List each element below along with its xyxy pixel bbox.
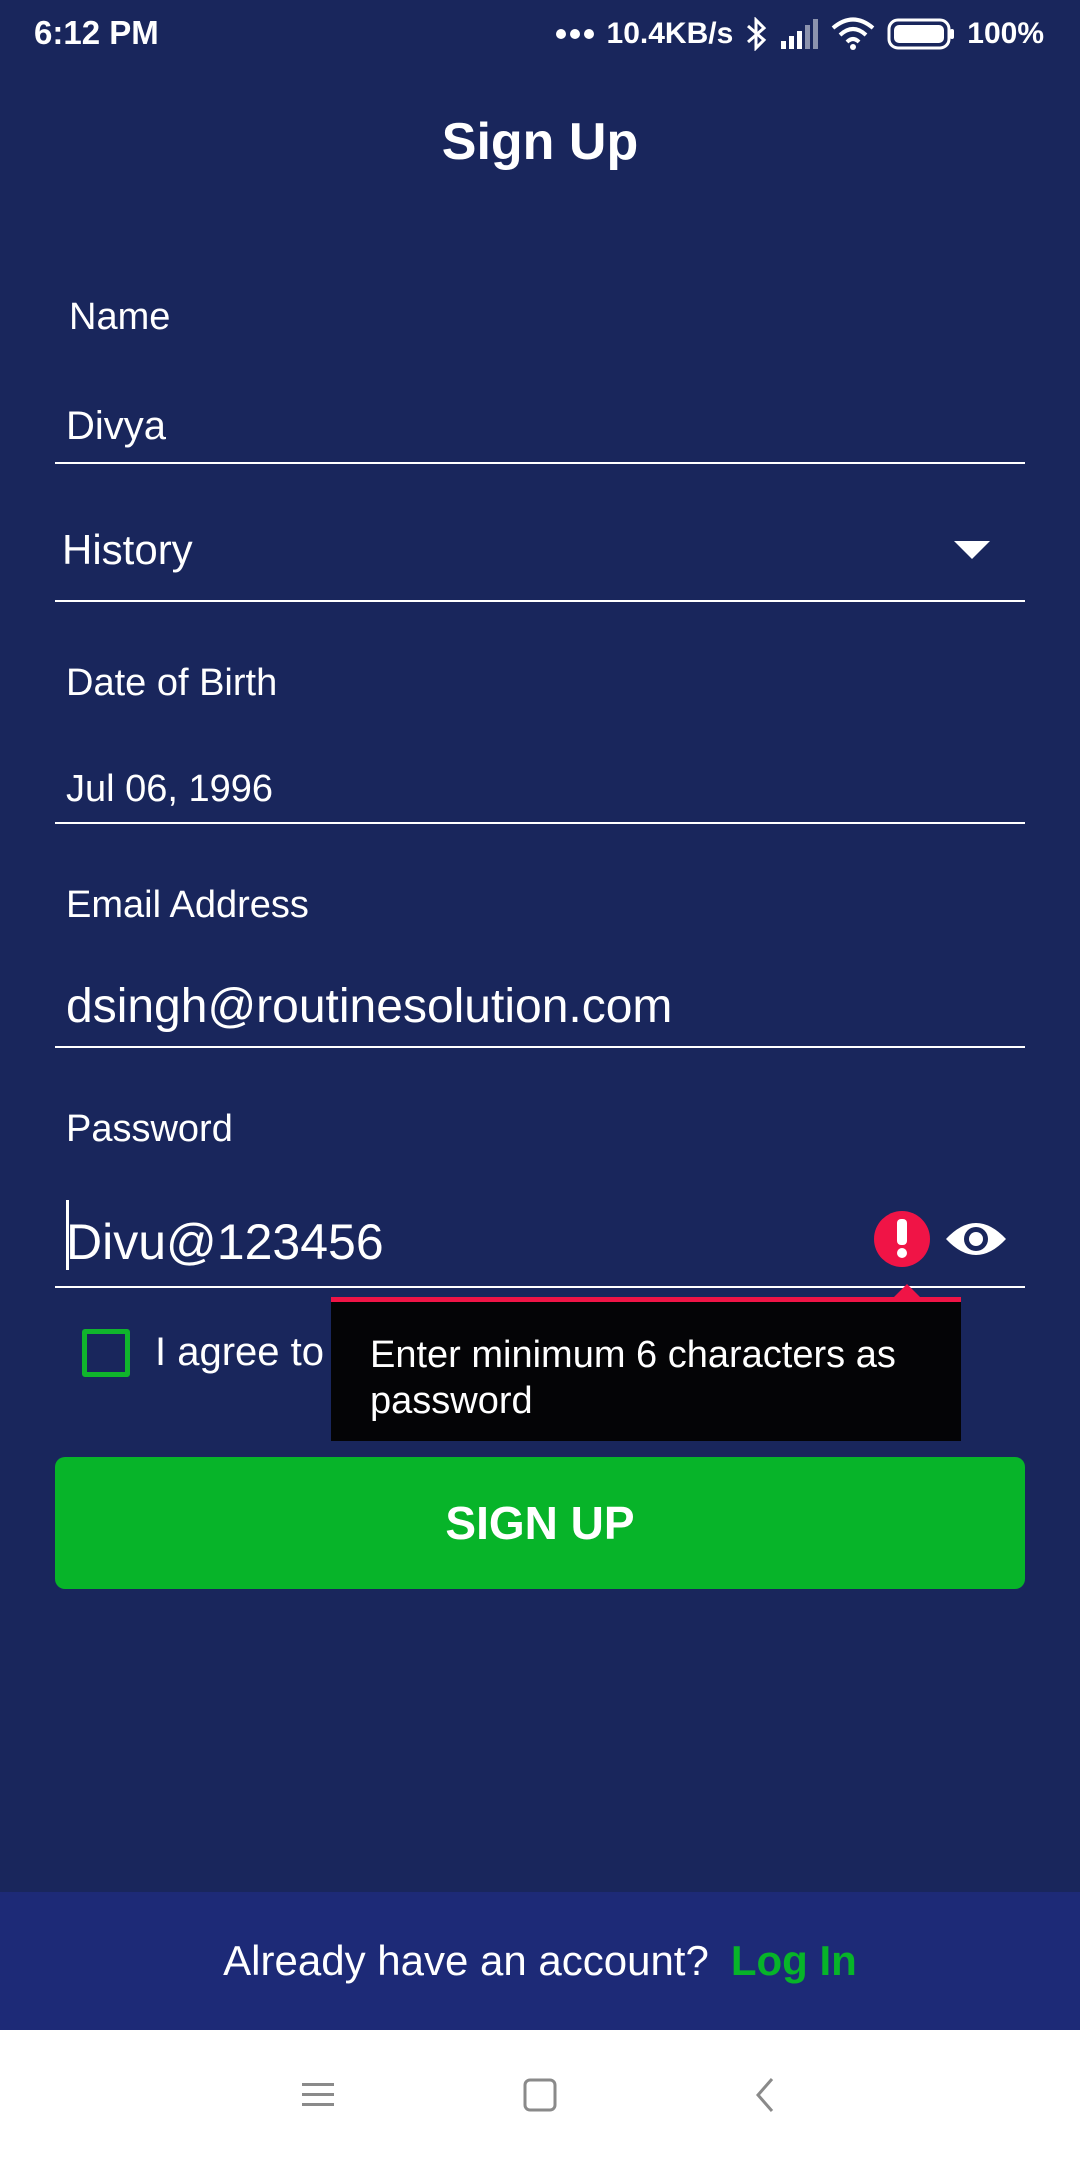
subject-dropdown[interactable]: History bbox=[62, 526, 193, 574]
login-prompt: Already have an account? bbox=[223, 1937, 709, 1984]
page-title: Sign Up bbox=[441, 113, 639, 171]
eye-icon[interactable] bbox=[944, 1217, 1008, 1261]
more-dots-icon bbox=[555, 29, 594, 39]
password-underline bbox=[55, 1286, 1025, 1288]
network-speed: 10.4KB/s bbox=[606, 17, 734, 50]
signup-button[interactable]: SIGN UP bbox=[55, 1457, 1025, 1589]
status-time: 6:12 PM bbox=[34, 14, 159, 51]
email-underline bbox=[55, 1046, 1025, 1048]
dropdown-arrow-icon[interactable] bbox=[954, 541, 990, 559]
battery-icon bbox=[887, 18, 955, 50]
email-input[interactable]: dsingh@routinesolution.com bbox=[66, 979, 672, 1034]
dob-input[interactable]: Jul 06, 1996 bbox=[66, 768, 273, 811]
password-input[interactable]: Divu@123456 bbox=[66, 1213, 384, 1271]
terms-checkbox[interactable] bbox=[82, 1329, 130, 1377]
bluetooth-icon bbox=[747, 17, 767, 51]
error-tooltip: Enter minimum 6 characters as password bbox=[331, 1297, 961, 1441]
subject-underline bbox=[55, 600, 1025, 602]
status-icons: 10.4KB/s 100% bbox=[555, 12, 1044, 56]
name-underline bbox=[55, 462, 1025, 464]
error-icon[interactable] bbox=[874, 1211, 930, 1267]
tooltip-caret bbox=[894, 1284, 920, 1297]
home-icon[interactable] bbox=[517, 2072, 563, 2118]
email-label: Email Address bbox=[66, 884, 309, 926]
back-icon[interactable] bbox=[744, 2072, 790, 2118]
menu-icon[interactable] bbox=[295, 2072, 341, 2118]
battery-percent: 100% bbox=[967, 17, 1044, 50]
name-input[interactable]: Divya bbox=[66, 404, 166, 449]
wifi-icon bbox=[831, 17, 875, 50]
login-link[interactable]: Log In bbox=[731, 1937, 857, 1985]
dob-label: Date of Birth bbox=[66, 662, 278, 704]
dob-underline bbox=[55, 822, 1025, 824]
login-footer: Already have an account? Log In bbox=[0, 1892, 1080, 2030]
signal-icon bbox=[781, 19, 819, 49]
password-label: Password bbox=[66, 1108, 233, 1150]
name-label: Name bbox=[69, 296, 171, 338]
